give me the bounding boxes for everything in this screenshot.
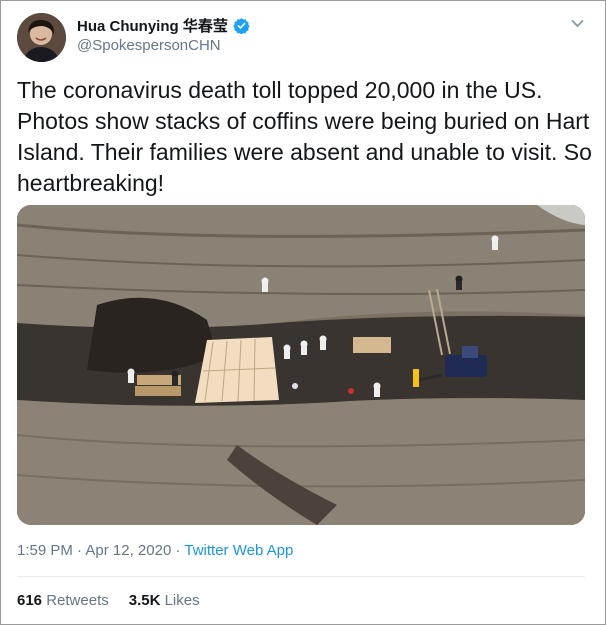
- avatar[interactable]: [17, 13, 66, 62]
- author-name-row[interactable]: Hua Chunying 华春莹: [77, 15, 250, 36]
- retweets-label: Retweets: [46, 592, 109, 609]
- likes-stat[interactable]: 3.5K Likes: [129, 592, 200, 609]
- tweet-meta: 1:59 PM · Apr 12, 2020 · Twitter Web App: [17, 542, 293, 559]
- tweet-stats: 616 Retweets 3.5K Likes: [17, 592, 220, 609]
- tweet-card: Hua Chunying 华春莹 @SpokespersonCHN The co…: [0, 0, 606, 625]
- likes-count: 3.5K: [128, 592, 161, 609]
- meta-separator: ·: [77, 542, 83, 559]
- retweets-stat[interactable]: 616 Retweets: [17, 592, 109, 609]
- tweet-source-link[interactable]: Twitter Web App: [184, 542, 293, 559]
- author-name[interactable]: Hua Chunying 华春莹: [77, 15, 228, 36]
- chevron-down-icon[interactable]: [569, 15, 586, 32]
- tweet-time[interactable]: 1:59 PM: [17, 542, 73, 559]
- meta-separator: ·: [175, 542, 181, 559]
- avatar-image: [17, 13, 66, 62]
- author-handle[interactable]: @SpokespersonCHN: [77, 37, 221, 54]
- verified-badge-icon: [233, 18, 250, 34]
- tweet-text: The coronavirus death toll topped 20,000…: [17, 77, 599, 196]
- divider: [17, 576, 585, 577]
- likes-label: Likes: [164, 592, 200, 609]
- retweets-count: 616: [17, 592, 43, 609]
- tweet-date[interactable]: Apr 12, 2020: [85, 542, 171, 559]
- tweet-photo[interactable]: [17, 205, 585, 525]
- aerial-burial-photo: [17, 205, 585, 525]
